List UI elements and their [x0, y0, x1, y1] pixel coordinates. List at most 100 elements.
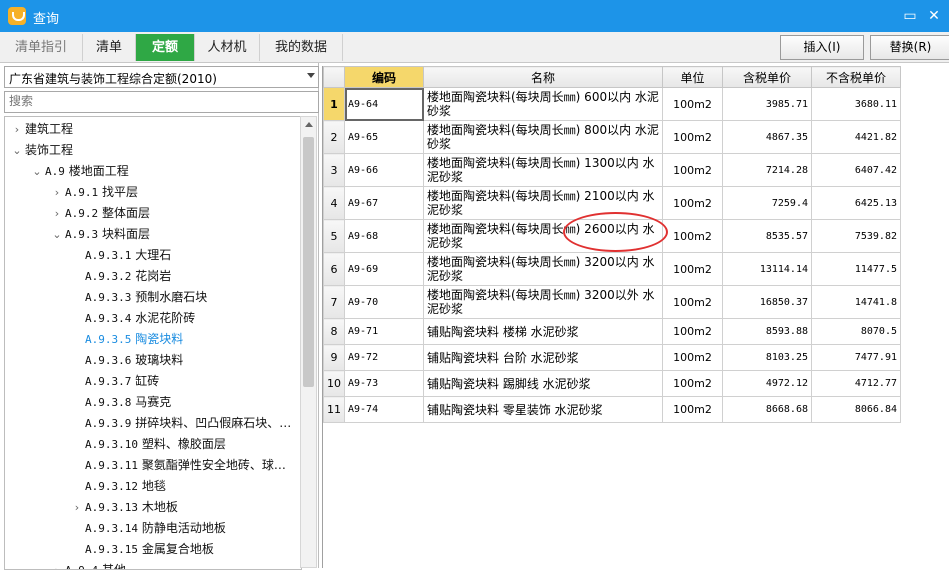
- minimize-icon[interactable]: ▭: [900, 6, 920, 26]
- tax-price-cell[interactable]: 8535.57: [722, 219, 812, 253]
- table-row[interactable]: 9 A9-72 铺贴陶瓷块料 台阶 水泥砂浆 100m2 8103.25 7477.91: [323, 344, 901, 371]
- chevron-right-icon[interactable]: ›: [69, 498, 85, 518]
- tree-item[interactable]: A.9.3.2 花岗岩: [69, 266, 171, 286]
- tab-bill[interactable]: 清单: [83, 34, 136, 61]
- no-tax-price-cell[interactable]: 3680.11: [811, 87, 901, 121]
- tree-item[interactable]: A.9.3.15 金属复合地板: [69, 539, 214, 559]
- tax-price-cell[interactable]: 8593.88: [722, 318, 812, 345]
- row-number-cell[interactable]: 2: [323, 120, 345, 154]
- name-column-header[interactable]: 名称: [423, 66, 663, 88]
- row-number-cell[interactable]: 7: [323, 285, 345, 319]
- tree-item[interactable]: ⌄ 装饰工程: [9, 140, 73, 160]
- code-cell[interactable]: A9-73: [344, 370, 424, 397]
- unit-cell[interactable]: 100m2: [662, 396, 723, 423]
- name-cell[interactable]: 楼地面陶瓷块料(每块周长㎜) 800以内 水泥砂浆: [423, 120, 663, 154]
- no-tax-price-cell[interactable]: 7539.82: [811, 219, 901, 253]
- tax-price-cell[interactable]: 13114.14: [722, 252, 812, 286]
- tree-item[interactable]: › 建筑工程: [9, 119, 73, 139]
- name-cell[interactable]: 楼地面陶瓷块料(每块周长㎜) 600以内 水泥砂浆: [423, 87, 663, 121]
- name-cell[interactable]: 楼地面陶瓷块料(每块周长㎜) 2600以内 水泥砂浆: [423, 219, 663, 253]
- tree-scrollbar[interactable]: [300, 116, 317, 568]
- tree-item[interactable]: A.9.3.1 大理石: [69, 245, 171, 265]
- table-row[interactable]: 5 A9-68 楼地面陶瓷块料(每块周长㎜) 2600以内 水泥砂浆 100m2 853…: [323, 219, 901, 253]
- unit-cell[interactable]: 100m2: [662, 370, 723, 397]
- unit-cell[interactable]: 100m2: [662, 87, 723, 121]
- tab-my-data[interactable]: 我的数据: [260, 34, 343, 61]
- row-number-cell[interactable]: 3: [323, 153, 345, 187]
- tree-item[interactable]: › A.9.3.13 木地板: [69, 497, 178, 517]
- tax-price-column-header[interactable]: 含税单价: [722, 66, 812, 88]
- tree-item[interactable]: A.9.3.8 马赛克: [69, 392, 171, 412]
- tax-price-cell[interactable]: 16850.37: [722, 285, 812, 319]
- unit-cell[interactable]: 100m2: [662, 318, 723, 345]
- code-cell[interactable]: A9-74: [344, 396, 424, 423]
- tab-bill-guide[interactable]: 清单指引: [0, 34, 83, 61]
- tab-quota[interactable]: 定额: [136, 34, 195, 61]
- name-cell[interactable]: 楼地面陶瓷块料(每块周长㎜) 3200以外 水泥砂浆: [423, 285, 663, 319]
- no-tax-price-cell[interactable]: 7477.91: [811, 344, 901, 371]
- unit-cell[interactable]: 100m2: [662, 153, 723, 187]
- chevron-down-icon[interactable]: ⌄: [9, 141, 25, 161]
- code-cell[interactable]: A9-72: [344, 344, 424, 371]
- tax-price-cell[interactable]: 4867.35: [722, 120, 812, 154]
- replace-button[interactable]: 替换(R): [870, 35, 949, 60]
- table-row[interactable]: 10 A9-73 铺贴陶瓷块料 踢脚线 水泥砂浆 100m2 4972.12 4712.7…: [323, 370, 901, 397]
- chevron-down-icon[interactable]: ⌄: [29, 162, 45, 182]
- row-number-cell[interactable]: 8: [323, 318, 345, 345]
- tree-item[interactable]: A.9.3.3 预制水磨石块: [69, 287, 207, 307]
- tree-item[interactable]: ⌄ A.9.3 块料面层: [49, 224, 150, 244]
- table-row[interactable]: 3 A9-66 楼地面陶瓷块料(每块周长㎜) 1300以内 水泥砂浆 100m2 721…: [323, 153, 901, 187]
- row-number-cell[interactable]: 6: [323, 252, 345, 286]
- row-number-cell[interactable]: 4: [323, 186, 345, 220]
- tax-price-cell[interactable]: 7259.4: [722, 186, 812, 220]
- no-tax-price-cell[interactable]: 6425.13: [811, 186, 901, 220]
- no-tax-price-cell[interactable]: 8070.5: [811, 318, 901, 345]
- tree-item[interactable]: A.9.3.5 陶瓷块料: [69, 329, 183, 349]
- table-row[interactable]: 1 A9-64 楼地面陶瓷块料(每块周长㎜) 600以内 水泥砂浆 100m2 3985…: [323, 87, 901, 121]
- code-cell[interactable]: A9-67: [344, 186, 424, 220]
- table-row[interactable]: 11 A9-74 铺贴陶瓷块料 零星装饰 水泥砂浆 100m2 8668.68 8066.…: [323, 396, 901, 423]
- name-cell[interactable]: 铺贴陶瓷块料 零星装饰 水泥砂浆: [423, 396, 663, 423]
- tax-price-cell[interactable]: 3985.71: [722, 87, 812, 121]
- table-row[interactable]: 7 A9-70 楼地面陶瓷块料(每块周长㎜) 3200以外 水泥砂浆 100m2 168…: [323, 285, 901, 319]
- tax-price-cell[interactable]: 4972.12: [722, 370, 812, 397]
- tax-price-cell[interactable]: 7214.28: [722, 153, 812, 187]
- no-tax-price-cell[interactable]: 4421.82: [811, 120, 901, 154]
- tree-item[interactable]: › A.9.1 找平层: [49, 182, 138, 202]
- row-number-cell[interactable]: 10: [323, 370, 345, 397]
- no-tax-price-cell[interactable]: 14741.8: [811, 285, 901, 319]
- name-cell[interactable]: 楼地面陶瓷块料(每块周长㎜) 2100以内 水泥砂浆: [423, 186, 663, 220]
- unit-cell[interactable]: 100m2: [662, 285, 723, 319]
- tree-item[interactable]: A.9.3.12 地毯: [69, 476, 166, 496]
- chevron-down-icon[interactable]: ⌄: [49, 225, 65, 245]
- row-number-cell[interactable]: 11: [323, 396, 345, 423]
- search-box[interactable]: [4, 91, 319, 113]
- code-cell[interactable]: A9-70: [344, 285, 424, 319]
- unit-cell[interactable]: 100m2: [662, 252, 723, 286]
- name-cell[interactable]: 铺贴陶瓷块料 踢脚线 水泥砂浆: [423, 370, 663, 397]
- row-number-cell[interactable]: 1: [323, 87, 345, 121]
- code-cell[interactable]: A9-71: [344, 318, 424, 345]
- table-row[interactable]: 6 A9-69 楼地面陶瓷块料(每块周长㎜) 3200以内 水泥砂浆 100m2 131…: [323, 252, 901, 286]
- code-cell[interactable]: A9-68: [344, 219, 424, 253]
- unit-cell[interactable]: 100m2: [662, 219, 723, 253]
- code-cell[interactable]: A9-66: [344, 153, 424, 187]
- code-cell[interactable]: A9-64: [344, 87, 424, 121]
- tree-item[interactable]: A.9.3.9 拼碎块料、凹凸假麻石块、…: [69, 413, 291, 433]
- no-tax-price-cell[interactable]: 4712.77: [811, 370, 901, 397]
- tree-item[interactable]: A.9.3.7 缸砖: [69, 371, 159, 391]
- chevron-right-icon[interactable]: ›: [49, 183, 65, 203]
- chevron-down-icon[interactable]: [307, 73, 315, 78]
- chevron-right-icon[interactable]: ›: [9, 120, 25, 140]
- search-input[interactable]: [5, 92, 313, 110]
- tree-item[interactable]: A.9.3.11 聚氨酯弹性安全地砖、球…: [69, 455, 286, 475]
- no-tax-price-column-header[interactable]: 不含税单价: [811, 66, 901, 88]
- tree-item[interactable]: A.9.3.10 塑料、橡胶面层: [69, 434, 226, 454]
- name-cell[interactable]: 楼地面陶瓷块料(每块周长㎜) 1300以内 水泥砂浆: [423, 153, 663, 187]
- scrollbar-thumb[interactable]: [303, 137, 314, 387]
- tree-item[interactable]: A.9.3.14 防静电活动地板: [69, 518, 226, 538]
- tree-item[interactable]: ›A.9.4 其他: [49, 560, 126, 569]
- tab-labor-material-machine[interactable]: 人材机: [195, 34, 260, 61]
- name-cell[interactable]: 铺贴陶瓷块料 台阶 水泥砂浆: [423, 344, 663, 371]
- tax-price-cell[interactable]: 8668.68: [722, 396, 812, 423]
